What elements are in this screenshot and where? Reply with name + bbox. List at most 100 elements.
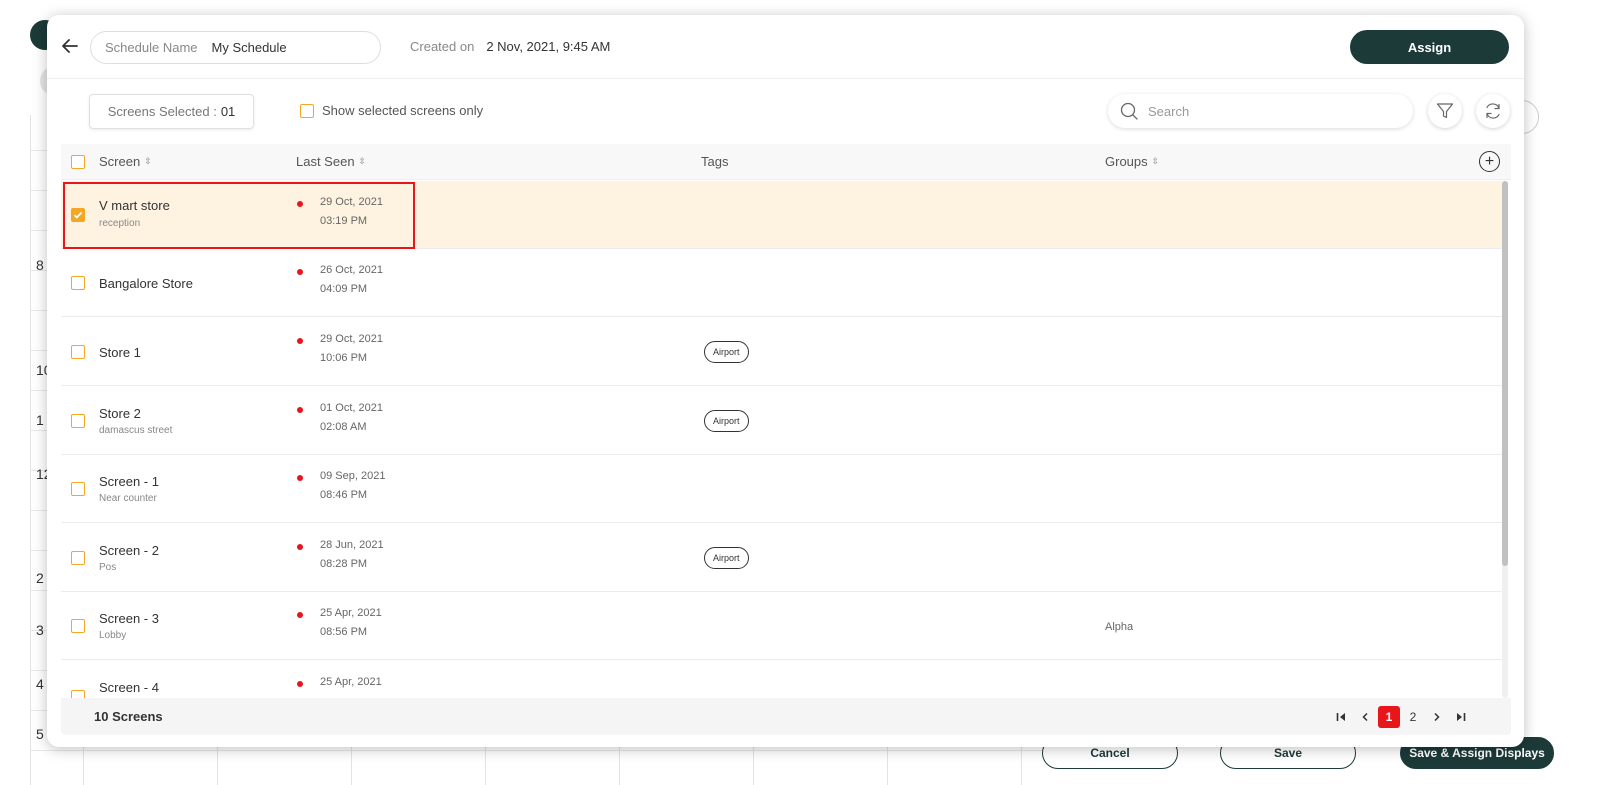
column-header-screen-label: Screen <box>99 154 141 169</box>
first-page-button[interactable] <box>1330 706 1352 728</box>
page-1-button[interactable]: 1 <box>1378 706 1400 728</box>
row-checkbox[interactable] <box>71 414 85 428</box>
last-seen-time: 04:09 PM <box>320 283 368 295</box>
background-row-number: 2 <box>36 570 44 586</box>
table-row[interactable]: Screen - 2 Pos 28 Jun, 2021 08:28 PM Air… <box>61 524 1502 592</box>
prev-page-button[interactable] <box>1354 706 1376 728</box>
last-seen-date: 01 Oct, 2021 <box>320 402 383 414</box>
filter-icon <box>1436 103 1454 119</box>
checkmark-icon <box>73 211 83 219</box>
screen-location: Lobby <box>99 630 127 641</box>
show-selected-label: Show selected screens only <box>322 103 484 118</box>
assign-screens-modal: Schedule Name My Schedule Created on 2 No… <box>47 15 1524 747</box>
select-all-checkbox[interactable] <box>71 155 85 169</box>
back-button[interactable] <box>59 35 81 57</box>
status-indicator <box>297 407 303 413</box>
status-indicator <box>297 269 303 275</box>
background-row-number: 8 <box>36 257 44 273</box>
table-row[interactable]: Store 1 29 Oct, 2021 10:06 PM Airport <box>61 318 1502 386</box>
next-page-button[interactable] <box>1426 706 1448 728</box>
column-header-last-seen[interactable]: Last Seen ⇳ <box>296 154 366 169</box>
assign-button[interactable]: Assign <box>1350 30 1509 64</box>
refresh-button[interactable] <box>1476 94 1510 128</box>
column-header-tags-label: Tags <box>701 154 729 169</box>
status-indicator <box>297 201 303 207</box>
status-indicator <box>297 544 303 550</box>
table-row[interactable]: Screen - 4 25 Apr, 2021 <box>61 661 1502 698</box>
background-row-number: 3 <box>36 622 44 638</box>
last-seen-date: 29 Oct, 2021 <box>320 333 383 345</box>
last-page-button[interactable] <box>1450 706 1472 728</box>
background-row-number: 5 <box>36 726 44 742</box>
screens-selected-indicator: Screens Selected : 01 <box>89 94 254 129</box>
column-header-groups-label: Groups <box>1105 154 1148 169</box>
schedule-name-value: My Schedule <box>211 40 287 55</box>
modal-header: Schedule Name My Schedule Created on 2 No… <box>47 15 1524 79</box>
table-row[interactable]: Bangalore Store 26 Oct, 2021 04:09 PM <box>61 249 1502 317</box>
screens-table-body: V mart store reception 29 Oct, 2021 03:1… <box>61 181 1511 698</box>
next-page-icon <box>1434 712 1440 722</box>
prev-page-icon <box>1362 712 1368 722</box>
screen-location: Pos <box>99 562 117 573</box>
screen-location: reception <box>99 218 141 229</box>
tag-badge: Airport <box>704 341 749 363</box>
row-checkbox[interactable] <box>71 690 85 698</box>
last-page-icon <box>1457 713 1466 721</box>
last-seen-date: 29 Oct, 2021 <box>320 196 383 208</box>
created-on-label: Created on <box>410 39 475 54</box>
last-seen-date: 25 Apr, 2021 <box>320 676 382 688</box>
row-checkbox[interactable] <box>71 551 85 565</box>
last-seen-time: 10:06 PM <box>320 352 368 364</box>
pagination: 1 2 <box>1329 706 1473 728</box>
row-checkbox[interactable] <box>71 619 85 633</box>
tag-badge: Airport <box>704 547 749 569</box>
add-column-icon: + <box>1484 152 1495 170</box>
column-header-tags: Tags <box>701 154 728 169</box>
back-arrow-icon <box>62 39 78 53</box>
last-seen-date: 28 Jun, 2021 <box>320 539 384 551</box>
screen-location: damascus street <box>99 425 173 436</box>
page-2-button[interactable]: 2 <box>1402 706 1424 728</box>
background-row-number: 4 <box>36 676 44 692</box>
tag-badge: Airport <box>704 410 749 432</box>
status-indicator <box>297 338 303 344</box>
status-indicator <box>297 612 303 618</box>
table-footer: 10 Screens 1 2 <box>61 698 1511 735</box>
last-seen-time: 08:28 PM <box>320 558 368 570</box>
screen-location: Near counter <box>99 493 157 504</box>
table-scrollbar-thumb[interactable] <box>1502 181 1508 566</box>
screen-name: Store 1 <box>99 345 141 360</box>
table-row[interactable]: V mart store reception 29 Oct, 2021 03:1… <box>61 181 1502 249</box>
row-checkbox[interactable] <box>71 482 85 496</box>
show-selected-only-toggle[interactable]: Show selected screens only <box>300 103 483 118</box>
created-on: Created on 2 Nov, 2021, 9:45 AM <box>410 39 610 54</box>
column-header-screen[interactable]: Screen ⇳ <box>99 154 152 169</box>
screen-name: Store 2 <box>99 406 141 421</box>
search-input[interactable] <box>1148 103 1388 119</box>
search-icon <box>1120 102 1138 120</box>
table-scrollbar[interactable] <box>1502 181 1508 698</box>
toolbar: Screens Selected : 01 Show selected scre… <box>47 80 1524 144</box>
status-indicator <box>297 475 303 481</box>
sort-icon: ⇳ <box>144 156 152 166</box>
last-seen-time: 02:08 AM <box>320 421 367 433</box>
schedule-name-label: Schedule Name <box>105 40 198 55</box>
table-row[interactable]: Store 2 damascus street 01 Oct, 2021 02:… <box>61 387 1502 455</box>
add-column-button[interactable]: + <box>1479 151 1500 172</box>
table-row[interactable]: Screen - 3 Lobby 25 Apr, 2021 08:56 PM A… <box>61 592 1502 660</box>
search-box[interactable] <box>1108 94 1413 128</box>
created-on-value: 2 Nov, 2021, 9:45 AM <box>486 39 611 54</box>
screen-name: Screen - 4 <box>99 680 159 695</box>
filter-button[interactable] <box>1428 94 1462 128</box>
schedule-name-field[interactable]: Schedule Name My Schedule <box>90 31 381 64</box>
row-checkbox[interactable] <box>71 276 85 290</box>
column-header-groups[interactable]: Groups ⇳ <box>1105 154 1159 169</box>
table-row[interactable]: Screen - 1 Near counter 09 Sep, 2021 08:… <box>61 455 1502 523</box>
screen-name: V mart store <box>99 198 170 213</box>
screen-name: Screen - 3 <box>99 611 159 626</box>
screens-selected-label: Screens Selected : <box>107 104 217 119</box>
group-name: Alpha <box>1105 621 1134 633</box>
row-checkbox[interactable] <box>71 208 85 222</box>
show-selected-checkbox[interactable] <box>300 103 314 118</box>
row-checkbox[interactable] <box>71 345 85 359</box>
